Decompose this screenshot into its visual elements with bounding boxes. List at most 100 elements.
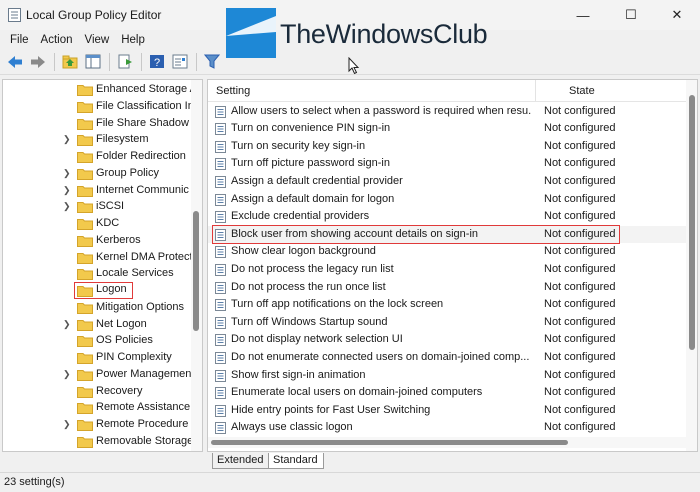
tree-item-selected[interactable]: Logon <box>3 282 191 299</box>
list-row[interactable]: Show clear logon background Not configure… <box>208 243 686 261</box>
list-row[interactable]: Do not display network selection UI Not c… <box>208 331 686 349</box>
list-row[interactable]: Show first sign-in animation Not configur… <box>208 367 686 385</box>
list-row[interactable]: Turn on security key sign-in Not configur… <box>208 138 686 156</box>
list-row[interactable]: Enumerate local users on domain-joined c… <box>208 384 686 402</box>
policy-setting-icon <box>215 140 226 153</box>
tree-item[interactable]: ❯ Remote Procedure C <box>3 416 199 433</box>
folder-icon <box>77 386 93 398</box>
tree-item[interactable]: File Classification In <box>3 98 194 115</box>
chevron-right-icon[interactable]: ❯ <box>63 185 71 196</box>
setting-name: Enumerate local users on domain-joined c… <box>231 386 483 399</box>
tree-item[interactable]: ❯ Filesystem <box>3 131 191 148</box>
list-row[interactable]: Do not process the legacy run list Not co… <box>208 261 686 279</box>
chevron-right-icon[interactable]: ❯ <box>63 319 71 330</box>
list-row[interactable]: Allow users to select when a password is… <box>208 103 686 121</box>
folder-icon <box>77 369 93 381</box>
list-row[interactable]: Turn off picture password sign-in Not con… <box>208 155 686 173</box>
policy-setting-icon <box>215 404 226 417</box>
tree-item[interactable]: Recovery <box>3 383 191 400</box>
list-row-selected[interactable]: Block user from showing account details … <box>208 224 686 244</box>
list-horizontal-scrollbar[interactable] <box>208 437 686 448</box>
tree-item[interactable]: Removable Storage <box>3 433 194 450</box>
list-header: Setting State <box>208 80 686 102</box>
properties-button[interactable] <box>169 51 191 73</box>
status-bar: 23 setting(s) <box>0 472 700 492</box>
tree-item[interactable]: ❯ iSCSI <box>3 198 191 215</box>
chevron-right-icon[interactable]: ❯ <box>63 201 71 212</box>
maximize-button[interactable]: ☐ <box>608 0 654 30</box>
policy-setting-icon <box>215 105 226 118</box>
chevron-right-icon[interactable]: ❯ <box>63 369 71 380</box>
show-hide-tree-icon <box>85 54 101 69</box>
export-list-button[interactable] <box>114 51 136 73</box>
list-row[interactable]: Do not enumerate connected users on doma… <box>208 349 686 367</box>
setting-state: Not configured <box>544 368 616 381</box>
list-horizontal-scrollbar-thumb[interactable] <box>211 440 568 445</box>
help-button[interactable]: ? <box>146 51 168 73</box>
tree-item[interactable]: ❯ Net Logon <box>3 316 191 333</box>
tree-item[interactable]: Remote Assistance <box>3 399 191 416</box>
up-one-level-button[interactable] <box>59 51 81 73</box>
back-icon <box>8 55 22 68</box>
list-row[interactable]: Turn off app notifications on the lock s… <box>208 296 686 314</box>
tab-extended[interactable]: Extended <box>212 453 269 469</box>
minimize-button[interactable]: — <box>560 0 606 30</box>
tree-scrollbar-thumb[interactable] <box>193 211 199 331</box>
folder-icon <box>77 168 93 180</box>
forward-button[interactable] <box>27 51 49 73</box>
menu-action[interactable]: Action <box>35 34 79 46</box>
column-divider[interactable] <box>535 80 536 101</box>
show-hide-tree-button[interactable] <box>82 51 104 73</box>
tree-item[interactable]: OS Policies <box>3 332 191 349</box>
close-button[interactable]: ✕ <box>654 0 700 30</box>
tree-item[interactable]: ❯ Power Management <box>3 366 194 383</box>
tree-item[interactable]: Mitigation Options <box>3 299 191 316</box>
list-row[interactable]: Hide entry points for Fast User Switchin… <box>208 402 686 420</box>
tree-item-label: Enhanced Storage Ac <box>96 83 203 95</box>
list-vertical-scrollbar[interactable] <box>686 80 697 451</box>
menu-view[interactable]: View <box>79 34 116 46</box>
tree-item[interactable]: KDC <box>3 215 191 232</box>
setting-state: Not configured <box>544 333 616 346</box>
setting-name: Assign a default domain for logon <box>231 192 395 205</box>
tree-item[interactable]: Kerberos <box>3 232 191 249</box>
list-vertical-scrollbar-thumb[interactable] <box>689 95 695 350</box>
tree-item[interactable]: PIN Complexity <box>3 349 191 366</box>
policy-setting-icon <box>215 281 226 294</box>
column-header-setting[interactable]: Setting <box>216 85 250 97</box>
back-button[interactable] <box>4 51 26 73</box>
tree-item-label: Removable Storage <box>96 434 194 447</box>
tree-item[interactable]: File Share Shadow C <box>3 115 200 132</box>
settings-list: Setting State Allow users to select when… <box>207 79 698 452</box>
chevron-right-icon[interactable]: ❯ <box>63 134 71 145</box>
tree-item[interactable]: ❯ Internet Communic <box>3 182 191 199</box>
policy-setting-icon <box>215 316 226 329</box>
setting-state: Not configured <box>544 139 616 152</box>
setting-name: Allow users to select when a password is… <box>231 104 531 117</box>
list-row[interactable]: Turn on convenience PIN sign-in Not confi… <box>208 120 686 138</box>
chevron-right-icon[interactable]: ❯ <box>63 168 71 179</box>
menu-help[interactable]: Help <box>115 34 151 46</box>
menu-file[interactable]: File <box>4 34 35 46</box>
tree-item[interactable]: Enhanced Storage Ac <box>3 81 202 98</box>
folder-icon <box>77 302 93 314</box>
tab-standard[interactable]: Standard <box>268 453 324 469</box>
maximize-icon: ☐ <box>625 7 637 22</box>
tree-scrollbar[interactable] <box>191 80 202 451</box>
tree-item[interactable]: Folder Redirection <box>3 148 191 165</box>
setting-state: Not configured <box>544 157 616 170</box>
list-row[interactable]: Turn off Windows Startup sound Not config… <box>208 314 686 332</box>
list-row[interactable]: Assign a default domain for logon Not con… <box>208 191 686 209</box>
list-row[interactable]: Always use classic logon Not configured <box>208 419 686 437</box>
list-row[interactable]: Assign a default credential provider Not … <box>208 173 686 191</box>
list-row[interactable]: Exclude credential providers Not configur… <box>208 208 686 226</box>
tree-item[interactable]: Kernel DMA Protect <box>3 249 193 266</box>
tree-item[interactable]: Locale Services <box>3 265 191 282</box>
chevron-right-icon[interactable]: ❯ <box>63 419 71 430</box>
list-row[interactable]: Do not process the run once list Not conf… <box>208 279 686 297</box>
filter-button[interactable] <box>201 51 223 73</box>
setting-name: Do not display network selection UI <box>231 333 403 346</box>
tree-item[interactable]: ❯ Group Policy <box>3 165 191 182</box>
setting-state: Not configured <box>544 262 616 275</box>
column-header-state[interactable]: State <box>569 85 595 97</box>
